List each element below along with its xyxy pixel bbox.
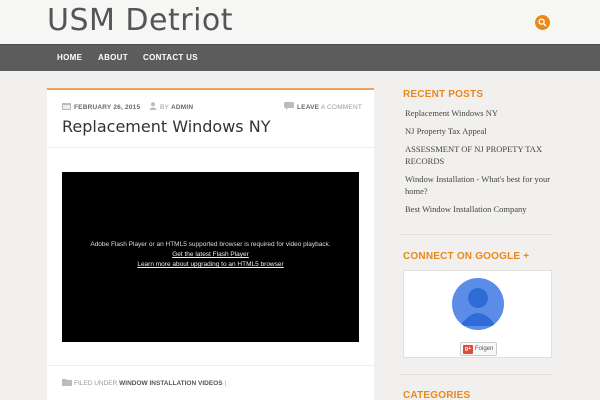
google-profile-badge: g+ Folgen (403, 270, 552, 358)
list-item[interactable]: ASSESSMENT OF NJ PROPETY TAX RECORDS (405, 143, 565, 167)
user-icon (149, 102, 157, 110)
divider (400, 374, 552, 375)
divider (47, 147, 374, 148)
folder-icon (62, 379, 72, 386)
main-nav: HOME ABOUT CONTACT US (0, 44, 600, 71)
follow-label: Folgen (475, 346, 494, 352)
video-player[interactable]: Adobe Flash Player or an HTML5 supported… (62, 172, 359, 342)
category-separator: | (224, 380, 227, 387)
post-title[interactable]: Replacement Windows NY (62, 117, 270, 136)
site-header: USM Detriot (0, 0, 600, 44)
list-item[interactable]: Window Installation - What's best for yo… (405, 173, 565, 197)
nav-item-home[interactable]: HOME (57, 45, 82, 71)
post-date-text[interactable]: FEBRUARY 26, 2015 (74, 104, 140, 111)
avatar[interactable] (452, 278, 504, 330)
recent-posts-title: RECENT POSTS (403, 89, 484, 100)
search-button[interactable] (535, 15, 550, 30)
recent-posts-list: Replacement Windows NY NJ Property Tax A… (405, 107, 565, 221)
post-date: FEBRUARY 26, 2015 (62, 102, 140, 111)
category-link[interactable]: WINDOW INSTALLATION VIDEOS (119, 380, 222, 387)
author-link[interactable]: ADMIN (171, 104, 193, 111)
post-author: BY ADMIN (149, 102, 193, 111)
author-prefix: BY (160, 104, 169, 111)
filed-under-label: FILED UNDER (74, 380, 118, 387)
divider (47, 365, 374, 366)
list-item[interactable]: Best Window Installation Company (405, 203, 565, 215)
google-plus-icon: g+ (463, 345, 473, 354)
comment-rest[interactable]: A COMMENT (321, 104, 362, 111)
player-requirement-text: Adobe Flash Player or an HTML5 supported… (90, 241, 331, 248)
player-message: Adobe Flash Player or an HTML5 supported… (62, 240, 359, 270)
html5-info-link[interactable]: Learn more about upgrading to an HTML5 b… (62, 260, 359, 270)
post-comments: LEAVE A COMMENT (284, 102, 362, 111)
comment-icon (284, 102, 294, 110)
nav-item-contact[interactable]: CONTACT US (143, 45, 198, 71)
leave-comment-link[interactable]: LEAVE (297, 104, 319, 111)
post-footer: FILED UNDER WINDOW INSTALLATION VIDEOS | (62, 379, 226, 387)
list-item[interactable]: Replacement Windows NY (405, 107, 565, 119)
follow-button[interactable]: g+ Folgen (460, 342, 497, 356)
site-title[interactable]: USM Detriot (47, 3, 233, 38)
calendar-icon (62, 103, 71, 110)
user-avatar-icon (460, 288, 496, 326)
google-widget-title: CONNECT ON GOOGLE + (403, 251, 530, 262)
post-card: FEBRUARY 26, 2015 BY ADMIN LEAVE A COMME… (47, 88, 374, 400)
categories-title: CATEGORIES (403, 390, 471, 400)
nav-item-about[interactable]: ABOUT (98, 45, 128, 71)
list-item[interactable]: NJ Property Tax Appeal (405, 125, 565, 137)
search-icon (538, 18, 547, 27)
flash-download-link[interactable]: Get the latest Flash Player (62, 250, 359, 260)
divider (400, 234, 552, 235)
